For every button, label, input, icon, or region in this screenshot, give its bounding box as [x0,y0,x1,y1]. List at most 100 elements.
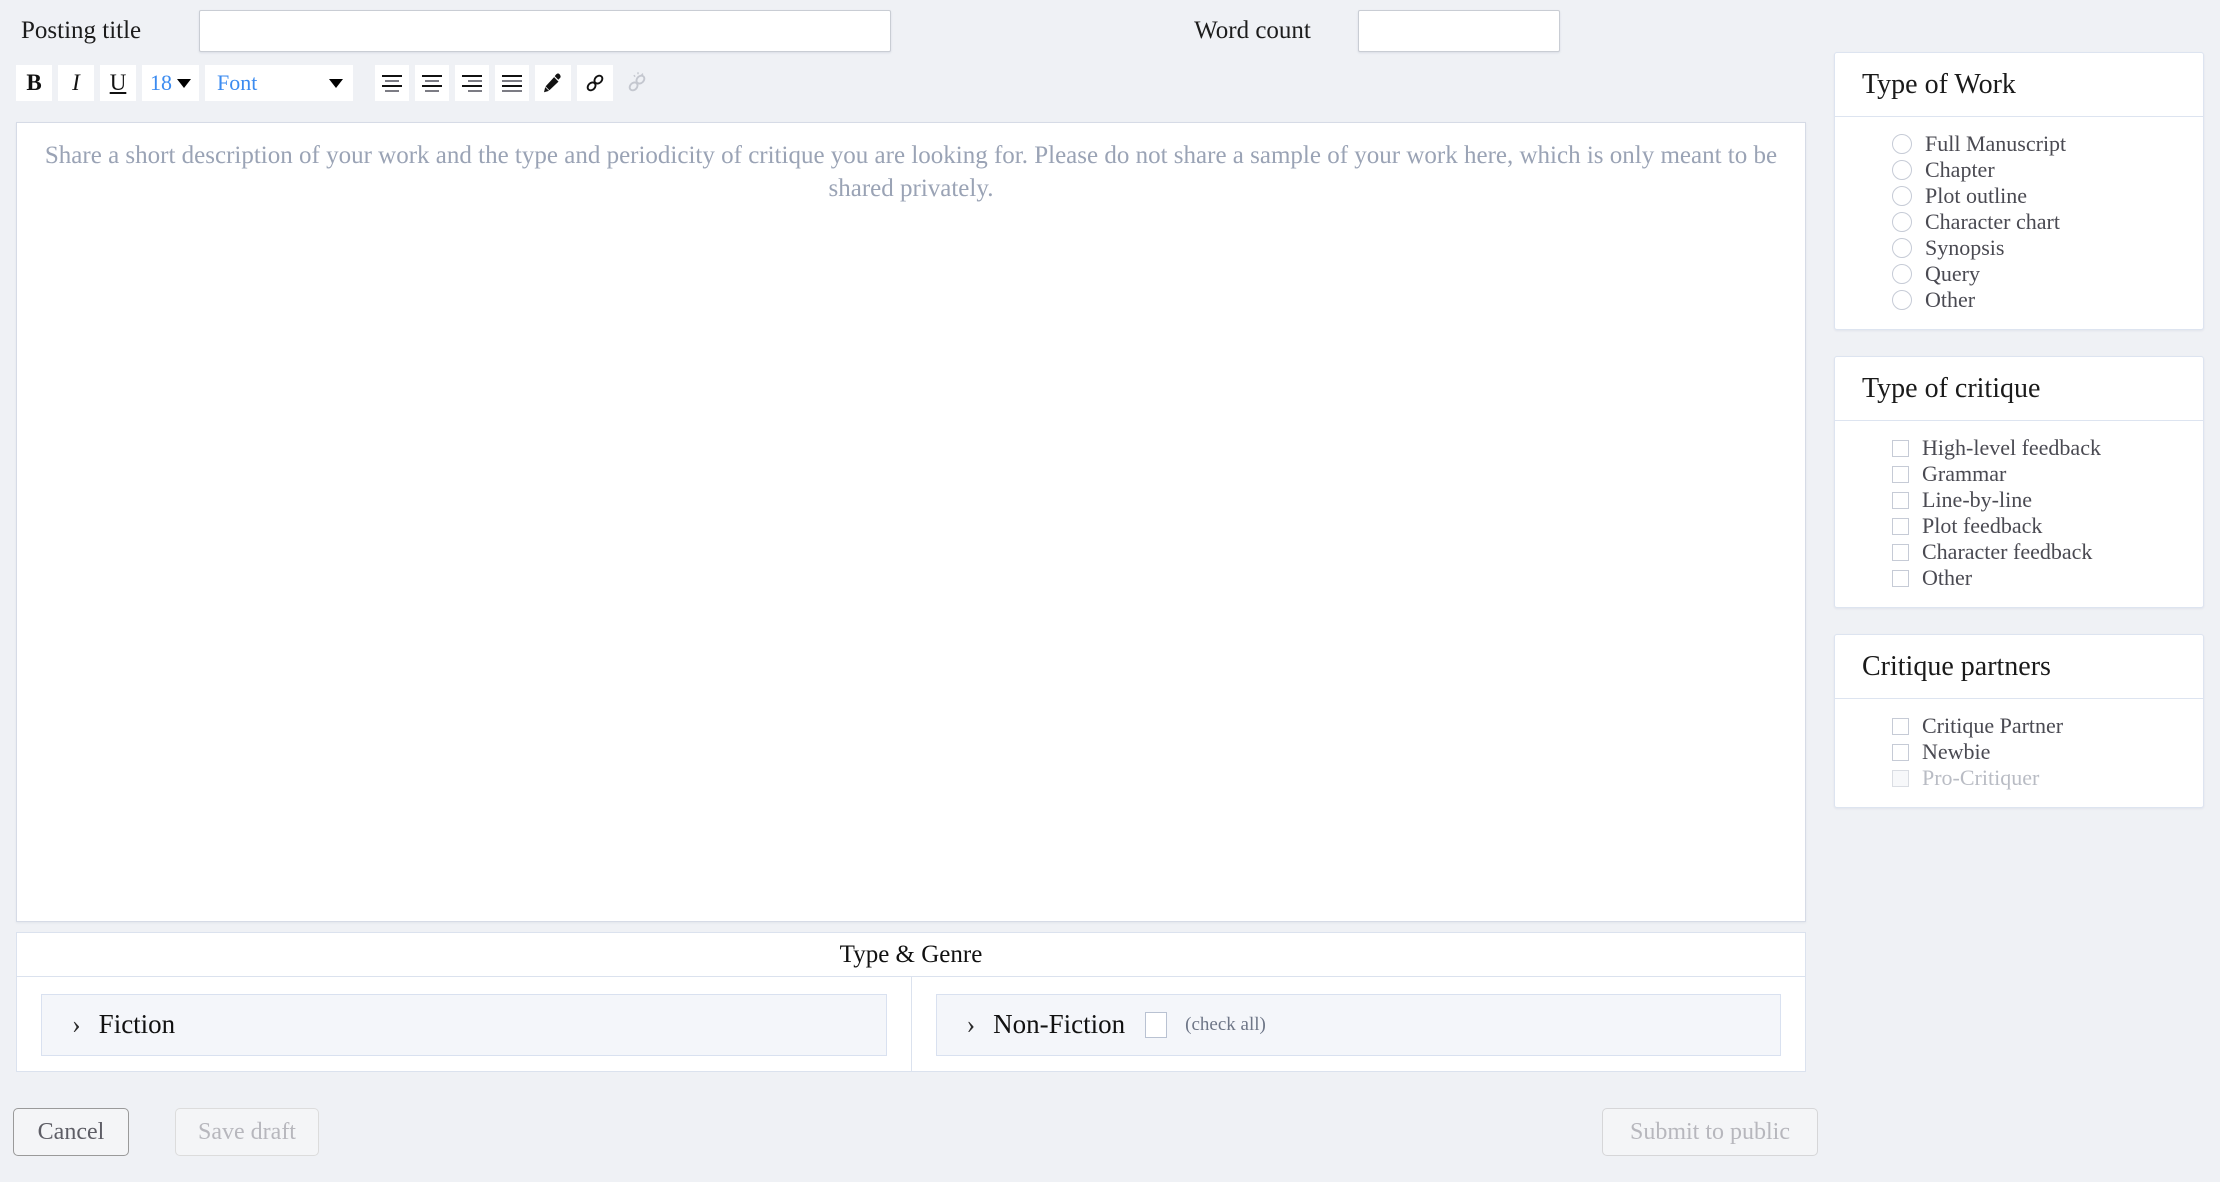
nonfiction-label: Non-Fiction [993,1009,1126,1039]
align-left-icon[interactable] [375,65,409,101]
option-label: Plot outline [1925,183,2028,208]
checkbox [1892,769,1909,787]
word-count-label: Word count [1194,17,1311,44]
panel-title: Critique partners [1835,635,2203,699]
option-label: High-level feedback [1922,435,2101,460]
option-row[interactable]: Character feedback [1835,539,2203,565]
radio-button[interactable] [1892,238,1912,258]
option-row[interactable]: Plot outline [1835,183,2203,209]
option-row[interactable]: Synopsis [1835,235,2203,261]
checkbox[interactable] [1892,465,1909,483]
option-row[interactable]: Full Manuscript [1835,131,2203,157]
checkbox[interactable] [1892,543,1909,561]
chevron-down-icon [177,78,191,88]
sidebar-panel: Critique partners Critique Partner Newbie P… [1834,634,2204,808]
option-label: Line-by-line [1922,487,2032,512]
option-label: Synopsis [1925,235,2005,260]
option-row[interactable]: Other [1835,565,2203,591]
panel-options: Critique Partner Newbie Pro-Critiquer [1835,699,2203,807]
radio-button[interactable] [1892,290,1912,310]
nonfiction-check-all-checkbox[interactable] [1145,1011,1168,1038]
option-row[interactable]: Query [1835,261,2203,287]
option-label: Plot feedback [1922,513,2043,538]
option-row[interactable]: Newbie [1835,739,2203,765]
submit-to-public-button[interactable]: Submit to public [1602,1108,1818,1156]
posting-title-label: Posting title [21,17,142,44]
italic-button[interactable]: I [58,65,94,101]
word-count-input[interactable] [1357,10,1560,52]
form-header-row: Posting title Word count [0,0,1820,62]
option-label: Other [1922,565,1973,590]
radio-button[interactable] [1892,134,1912,154]
editor-placeholder: Share a short description of your work a… [44,142,1778,202]
checkbox[interactable] [1892,491,1909,509]
genre-columns: › Fiction › Non-Fiction (check all) [17,977,1805,1072]
radio-button[interactable] [1892,160,1912,180]
option-label: Newbie [1922,739,1991,764]
option-label: Full Manuscript [1925,131,2067,156]
font-size-value: 18 [150,70,172,95]
nonfiction-accordion[interactable]: › Non-Fiction (check all) [935,993,1781,1056]
option-row[interactable]: Grammar [1835,461,2203,487]
option-label: Other [1925,287,1976,312]
option-label: Pro-Critiquer [1922,765,2040,790]
nonfiction-check-all-label: (check all) [1185,1013,1266,1035]
description-editor[interactable]: Share a short description of your work a… [16,122,1806,922]
fiction-column: › Fiction [17,977,911,1072]
font-family-value: Font [217,70,258,95]
option-label: Grammar [1922,461,2007,486]
type-and-genre-title: Type & Genre [17,933,1805,977]
align-right-icon[interactable] [455,65,489,101]
option-label: Character chart [1925,209,2060,234]
checkbox[interactable] [1892,569,1909,587]
cancel-button[interactable]: Cancel [13,1108,129,1156]
type-and-genre-section: Type & Genre › Fiction › Non-Fiction (ch… [16,932,1806,1072]
panel-options: High-level feedback Grammar Line-by-line Pl… [1835,421,2203,607]
option-row[interactable]: Chapter [1835,157,2203,183]
option-row[interactable]: Character chart [1835,209,2203,235]
options-sidebar: Type of Work Full Manuscript Chapter Plot o… [1834,52,2204,834]
pen-icon[interactable] [535,65,571,101]
form-footer: Cancel Save draft Submit to public [0,1108,2220,1164]
radio-button[interactable] [1892,186,1912,206]
checkbox[interactable] [1892,439,1909,457]
option-row[interactable]: Critique Partner [1835,713,2203,739]
panel-options: Full Manuscript Chapter Plot outline Charac… [1835,117,2203,329]
panel-title: Type of Work [1835,53,2203,117]
option-row: Pro-Critiquer [1835,765,2203,791]
chevron-right-icon: › [966,1009,976,1039]
nonfiction-column: › Non-Fiction (check all) [910,977,1806,1072]
radio-button[interactable] [1892,264,1912,284]
panel-title: Type of critique [1835,357,2203,421]
sidebar-panel: Type of critique High-level feedback Gramm… [1834,356,2204,608]
fiction-label: Fiction [98,1009,176,1039]
bold-button[interactable]: B [16,65,52,101]
checkbox[interactable] [1892,517,1909,535]
save-draft-button[interactable]: Save draft [175,1108,319,1156]
posting-title-input[interactable] [199,10,892,52]
editor-toolbar: B I U 18 Font [16,62,1806,104]
option-label: Character feedback [1922,539,2093,564]
font-size-select[interactable]: 18 [142,65,199,101]
checkbox[interactable] [1892,743,1909,761]
chevron-right-icon: › [72,1009,81,1039]
option-label: Critique Partner [1922,713,2064,738]
radio-button[interactable] [1892,212,1912,232]
option-row[interactable]: Plot feedback [1835,513,2203,539]
sidebar-panel: Type of Work Full Manuscript Chapter Plot o… [1834,52,2204,330]
checkbox[interactable] [1892,717,1909,735]
align-center-icon[interactable] [415,65,449,101]
font-family-select[interactable]: Font [205,65,353,101]
option-row[interactable]: Line-by-line [1835,487,2203,513]
link-icon[interactable] [577,65,613,101]
chevron-down-icon [329,78,343,88]
unlink-icon [619,65,655,101]
underline-button[interactable]: U [100,65,136,101]
align-justify-icon[interactable] [495,65,529,101]
option-label: Query [1925,261,1980,286]
option-row[interactable]: Other [1835,287,2203,313]
critique-posting-form: Posting title Word count B I U 18 Font S… [0,0,2220,1182]
option-label: Chapter [1925,157,1995,182]
option-row[interactable]: High-level feedback [1835,435,2203,461]
fiction-accordion[interactable]: › Fiction [41,993,887,1056]
